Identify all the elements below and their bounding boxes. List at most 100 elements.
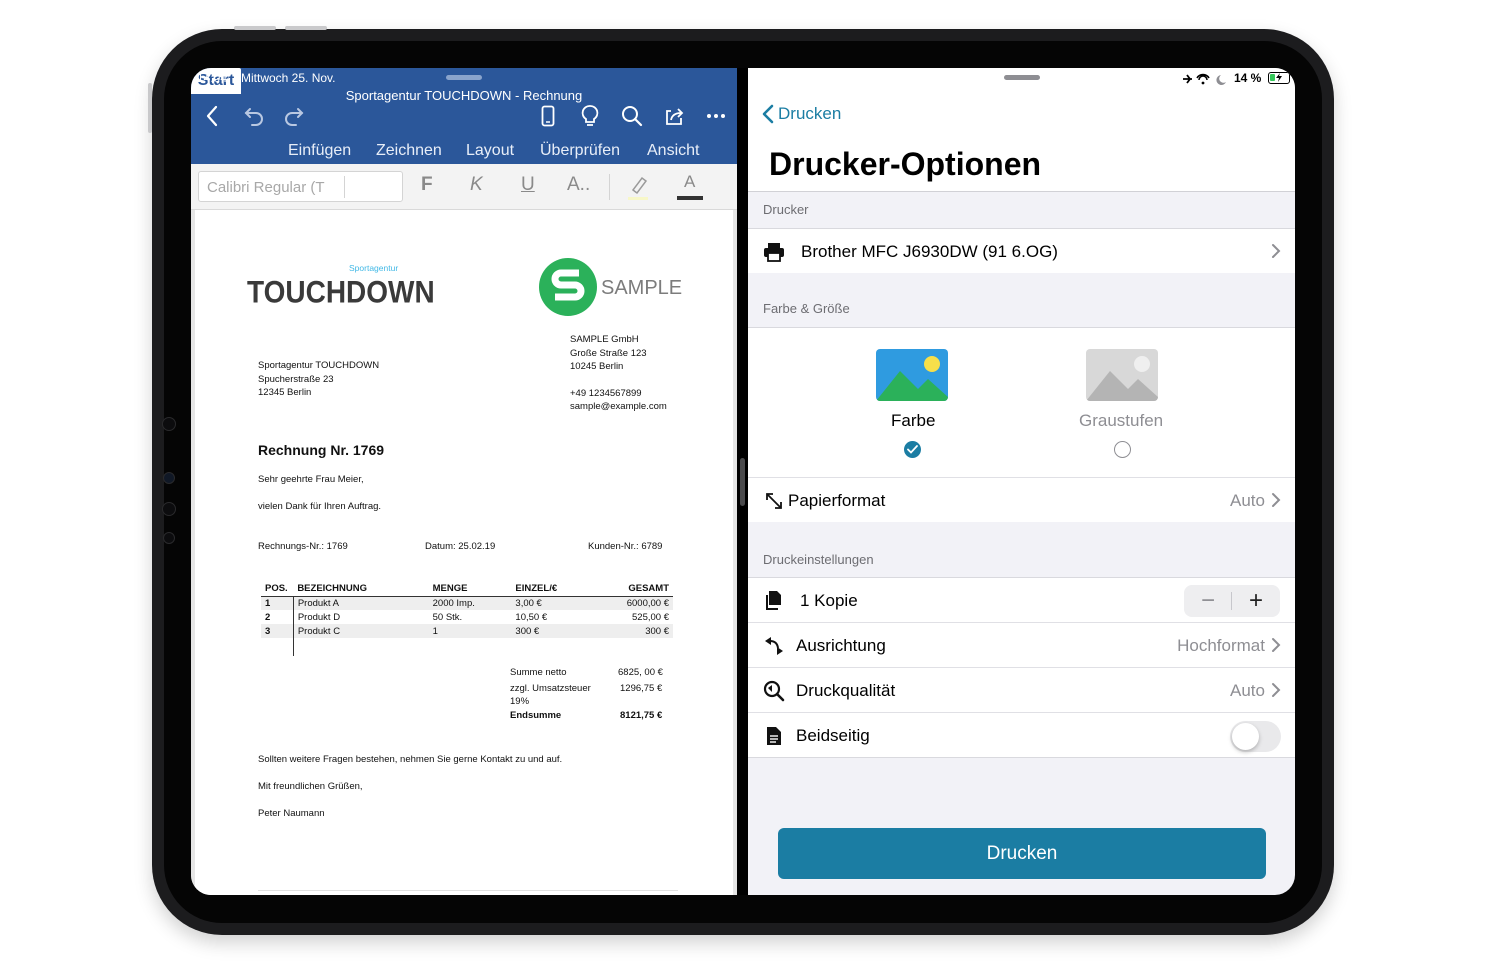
chevron-left-icon <box>762 104 774 124</box>
font-size-button[interactable]: A.. <box>567 174 590 196</box>
quality-magnifier-icon <box>763 680 785 702</box>
table-cell: 3,00 € <box>511 596 593 610</box>
font-name-field[interactable]: Calibri Regular (T <box>198 171 403 202</box>
table-cell <box>592 638 673 656</box>
copies-label: 1 Kopie <box>800 591 858 610</box>
invoice-title: Rechnung Nr. 1769 <box>258 442 385 458</box>
printer-name: Brother MFC J6930DW (91 6.OG) <box>801 242 1058 261</box>
paper-format-label: Papierformat <box>788 491 886 510</box>
logo-sample-text: SAMPLE <box>601 277 683 299</box>
duplex-label: Beidseitig <box>796 726 870 745</box>
table-row: 3 Produkt C 1 300 € 300 € <box>261 624 673 638</box>
back-label: Drucken <box>778 104 842 123</box>
tab-einfuegen[interactable]: Einfügen <box>288 142 351 160</box>
table-header: BEZEICHNUNG <box>293 582 429 597</box>
table-cell: 6000,00 € <box>592 596 673 610</box>
decrement-button[interactable]: − <box>1184 585 1232 617</box>
copies-row: 1 Kopie − + <box>748 577 1295 622</box>
sender-street: Spucherstraße 23 <box>258 374 334 385</box>
font-color-button[interactable]: A <box>675 170 705 202</box>
tab-ansicht[interactable]: Ansicht <box>647 142 699 160</box>
table-row: 1 Produkt A 2000 Imp. 3,00 € 6000,00 € <box>261 596 673 610</box>
color-label[interactable]: Farbe <box>891 411 935 431</box>
recipient-phone: +49 1234567899 <box>570 388 642 399</box>
separator <box>748 327 1295 328</box>
sensor-dot <box>163 532 175 544</box>
table-cell <box>429 638 512 656</box>
multitask-grabber[interactable] <box>446 75 482 80</box>
chevron-right-icon <box>1272 493 1281 507</box>
toggle-knob <box>1232 723 1259 750</box>
word-header: 14:04 Mittwoch 25. Nov. Sportagentur TOU… <box>191 68 737 164</box>
grayscale-image-icon[interactable] <box>1086 349 1158 401</box>
back-icon[interactable] <box>199 103 225 129</box>
document-title: Sportagentur TOUCHDOWN - Rechnung <box>345 88 583 103</box>
split-view-handle[interactable] <box>740 458 745 506</box>
ribbon-toolbar: Calibri Regular (T F K U A.. A <box>191 164 737 210</box>
italic-button[interactable]: K <box>470 174 483 196</box>
document-page[interactable]: Sportagentur TOUCHDOWN SAMPLE SAMPLE Gmb… <box>195 210 733 895</box>
word-app: 14:04 Mittwoch 25. Nov. Sportagentur TOU… <box>191 68 737 895</box>
tax-rate: 19% <box>510 696 530 707</box>
customer-number: Kunden-Nr.: 6789 <box>588 541 663 552</box>
redo-icon[interactable] <box>281 103 307 129</box>
section-header-color-size: Farbe & Größe <box>763 301 850 316</box>
signature: Peter Naumann <box>258 808 325 819</box>
more-icon[interactable] <box>703 103 729 129</box>
table-cell: 10,50 € <box>515 611 548 623</box>
table-cell <box>261 638 293 656</box>
battery-icon <box>1268 72 1290 84</box>
table-header: EINZEL/€ <box>511 582 593 597</box>
underline-button[interactable]: U <box>521 174 535 196</box>
lightbulb-icon[interactable] <box>577 103 603 129</box>
printer-icon <box>763 241 785 263</box>
table-cell: 525,00 € <box>632 611 669 623</box>
orientation-row[interactable]: Ausrichtung Hochformat <box>748 622 1295 667</box>
increment-button[interactable]: + <box>1232 585 1280 617</box>
grayscale-label[interactable]: Graustufen <box>1079 411 1163 431</box>
volume-button <box>234 26 276 30</box>
logo-sample-icon <box>539 258 597 316</box>
invoice-number: Rechnungs-Nr.: 1769 <box>258 541 348 552</box>
highlighter-icon[interactable] <box>625 172 651 202</box>
share-icon[interactable] <box>661 103 687 129</box>
grayscale-radio[interactable] <box>1114 441 1131 458</box>
camera-lens <box>163 472 175 484</box>
tab-zeichnen[interactable]: Zeichnen <box>376 142 442 160</box>
orientation-label: Ausrichtung <box>796 636 886 655</box>
table-cell: Produkt A <box>292 596 429 610</box>
undo-icon[interactable] <box>241 103 267 129</box>
tax-label: zzgl. Umsatzsteuer <box>510 683 591 694</box>
section-header-printer: Drucker <box>763 202 809 217</box>
print-options-panel: 14 % Drucken Drucker-Optionen Drucker Br… <box>748 68 1295 895</box>
color-image-icon[interactable] <box>876 349 948 401</box>
table-cell: 1 <box>428 624 512 638</box>
total-label: Endsumme <box>510 710 562 721</box>
search-icon[interactable] <box>619 103 645 129</box>
total-value: 8121,75 € <box>620 710 663 721</box>
printer-row[interactable]: Brother MFC J6930DW (91 6.OG) <box>748 228 1295 273</box>
color-radio-checked[interactable] <box>904 441 921 458</box>
copies-icon <box>763 590 785 612</box>
table-cell: Produkt C <box>292 624 429 638</box>
multitask-grabber[interactable] <box>1004 75 1040 80</box>
volume-button <box>285 26 327 30</box>
quality-label: Druckqualität <box>796 681 896 700</box>
tab-layout[interactable]: Layout <box>466 142 514 160</box>
logo-touchdown: TOUCHDOWN <box>247 274 435 310</box>
tab-ueberpruefen[interactable]: Überprüfen <box>540 142 620 160</box>
sender-city: 12345 Berlin <box>258 387 312 398</box>
sensor-dot <box>162 417 176 431</box>
print-button[interactable]: Drucken <box>778 828 1266 879</box>
paper-format-value: Auto <box>1230 491 1265 510</box>
paper-format-row[interactable]: Papierformat Auto <box>748 477 1295 522</box>
bold-button[interactable]: F <box>421 174 433 196</box>
table-header-row: POS. BEZEICHNUNG MENGE EINZEL/€ GESAMT <box>261 582 673 597</box>
mobile-view-icon[interactable] <box>535 103 561 129</box>
section-header-settings: Druckeinstellungen <box>763 552 874 567</box>
quality-row[interactable]: Druckqualität Auto <box>748 667 1295 712</box>
document-area: Sportagentur TOUCHDOWN SAMPLE SAMPLE Gmb… <box>191 210 737 895</box>
duplex-toggle[interactable] <box>1230 721 1281 752</box>
back-button[interactable]: Drucken <box>762 102 841 126</box>
closing-question: Sollten weitere Fragen bestehen, nehmen … <box>258 754 563 765</box>
